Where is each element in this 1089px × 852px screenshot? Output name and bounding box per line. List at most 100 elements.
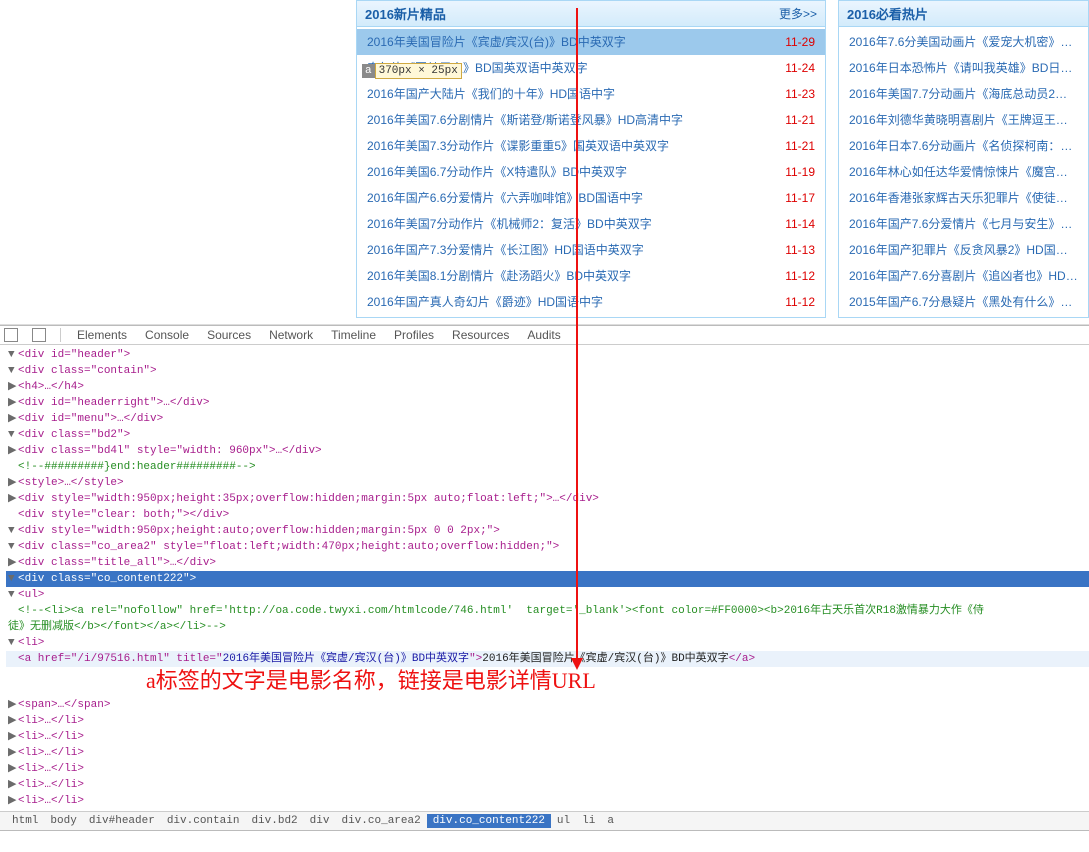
- movie-link[interactable]: 2016年国产大陆片《我们的十年》HD国语中字: [367, 85, 775, 103]
- movie-link[interactable]: 2016年7.6分美国动画片《爱宠大机密》BD国: [849, 33, 1078, 51]
- devtools-tab[interactable]: Profiles: [392, 327, 436, 343]
- selected-dom-node[interactable]: ▼<div class="co_content222">: [6, 571, 1089, 587]
- date-label: 11-21: [785, 137, 815, 155]
- movie-link[interactable]: 2016年美国6.7分动作片《X特遣队》BD中英双字: [367, 163, 775, 181]
- movie-link[interactable]: 2016年日本恐怖片《请叫我英雄》BD日语中字: [849, 59, 1078, 77]
- more-link[interactable]: 更多>>: [779, 5, 817, 22]
- movie-link[interactable]: 2016年国产6.6分爱情片《六弄咖啡馆》BD国语中字: [367, 189, 775, 207]
- dom-tree[interactable]: ▼<div id="header"> ▼<div class="contain"…: [0, 345, 1089, 811]
- movie-link[interactable]: 2016年美国7.6分剧情片《斯诺登/斯诺登风暴》HD高清中字: [367, 111, 775, 129]
- date-label: 11-14: [785, 215, 815, 233]
- devtools-tab[interactable]: Sources: [205, 327, 253, 343]
- list-item: 2016年香港张家辉古天乐犯罪片《使徒行者电: [839, 185, 1088, 211]
- disclosure-triangle[interactable]: ▶: [8, 411, 18, 427]
- breadcrumb-item[interactable]: div.contain: [161, 814, 246, 828]
- breadcrumb-item[interactable]: div#header: [83, 814, 161, 828]
- disclosure-triangle[interactable]: ▶: [8, 555, 18, 571]
- movie-link[interactable]: 2016年国产真人奇幻片《爵迹》HD国语中字: [367, 293, 775, 311]
- movie-link[interactable]: 2016年美国7.7分动画片《海底总动员2》BD: [849, 85, 1078, 103]
- disclosure-triangle[interactable]: ▶: [8, 443, 18, 459]
- tooltip-tag: a: [362, 64, 375, 78]
- inspect-icon[interactable]: [4, 328, 18, 342]
- movie-link[interactable]: 2016年日本7.6分动画片《名侦探柯南：纯黑的: [849, 137, 1078, 155]
- disclosure-triangle[interactable]: ▶: [8, 793, 18, 809]
- list-item: 2016年国产犯罪片《反贪风暴2》HD国语中英: [839, 237, 1088, 263]
- movie-link[interactable]: 2016年美国7分动作片《机械师2：复活》BD中英双字: [367, 215, 775, 233]
- disclosure-triangle[interactable]: ▶: [8, 745, 18, 761]
- breadcrumb-item[interactable]: li: [576, 814, 601, 828]
- list-item: 2016年美国7.3分动作片《谍影重重5》国英双语中英双字 11-21: [357, 133, 825, 159]
- movie-link[interactable]: 2016年国产犯罪片《反贪风暴2》HD国语中英: [849, 241, 1078, 259]
- disclosure-triangle[interactable]: ▼: [8, 635, 18, 651]
- disclosure-triangle[interactable]: ▶: [8, 379, 18, 395]
- breadcrumb-item[interactable]: ul: [551, 814, 576, 828]
- list-item: 2016年美国7.6分剧情片《斯诺登/斯诺登风暴》HD高清中字 11-21: [357, 107, 825, 133]
- list-item: 2016年7.6分美国动画片《爱宠大机密》BD国: [839, 29, 1088, 55]
- left-panel: 2016新片精品 更多>> 2016年美国冒险片《宾虚/宾汉(台)》BD中英双字…: [356, 0, 826, 318]
- breadcrumb-item[interactable]: div.co_content222: [427, 814, 551, 828]
- movie-link[interactable]: 2016年美国8.1分剧情片《赴汤蹈火》BD中英双字: [367, 267, 775, 285]
- movie-link[interactable]: 2015年国产6.7分悬疑片《黑处有什么》HD国: [849, 293, 1078, 311]
- date-label: 11-17: [785, 189, 815, 207]
- date-label: 11-13: [785, 241, 815, 259]
- devtools-tab[interactable]: Network: [267, 327, 315, 343]
- list-item: 2016年刘德华黄晓明喜剧片《王牌逗王牌》H: [839, 107, 1088, 133]
- page-content: 2016新片精品 更多>> 2016年美国冒险片《宾虚/宾汉(台)》BD中英双字…: [0, 0, 1089, 325]
- list-item: 2016年美国7.7分动画片《海底总动员2》BD: [839, 81, 1088, 107]
- disclosure-triangle[interactable]: ▼: [8, 587, 18, 603]
- disclosure-triangle[interactable]: ▼: [8, 539, 18, 555]
- disclosure-triangle[interactable]: ▼: [8, 347, 18, 363]
- movie-link[interactable]: 2016年美国冒险片《宾虚/宾汉(台)》BD中英双字: [367, 33, 775, 51]
- disclosure-triangle[interactable]: ▼: [8, 571, 18, 587]
- disclosure-triangle[interactable]: ▶: [8, 761, 18, 777]
- devtools-tab[interactable]: Elements: [75, 327, 129, 343]
- movie-link[interactable]: 2016年国产7.3分爱情片《长江图》HD国语中英双字: [367, 241, 775, 259]
- movie-link[interactable]: 2016年美国7.3分动作片《谍影重重5》国英双语中英双字: [367, 137, 775, 155]
- breadcrumb-item[interactable]: div.bd2: [245, 814, 303, 828]
- disclosure-triangle[interactable]: ▶: [8, 491, 18, 507]
- hovered-dom-node[interactable]: <a href="/i/97516.html" title="2016年美国冒险…: [6, 651, 1089, 667]
- devtools-tab[interactable]: Audits: [525, 327, 562, 343]
- devtools-tabbar: Elements Console Sources Network Timeline Pro…: [0, 326, 1089, 345]
- panel-header: 2016新片精品 更多>>: [357, 1, 825, 27]
- disclosure-triangle[interactable]: ▶: [8, 729, 18, 745]
- separator: [60, 328, 61, 342]
- right-list: 2016年7.6分美国动画片《爱宠大机密》BD国 2016年日本恐怖片《请叫我英雄…: [839, 27, 1088, 317]
- movie-link[interactable]: 2016年香港张家辉古天乐犯罪片《使徒行者电: [849, 189, 1078, 207]
- device-icon[interactable]: [32, 328, 46, 342]
- date-label: 11-24: [785, 59, 815, 77]
- devtools-tab[interactable]: Timeline: [329, 327, 378, 343]
- right-panel: 2016必看热片 2016年7.6分美国动画片《爱宠大机密》BD国 2016年日本…: [838, 0, 1089, 318]
- disclosure-triangle[interactable]: ▶: [8, 395, 18, 411]
- list-item: 2016年国产大陆片《我们的十年》HD国语中字11-23: [357, 81, 825, 107]
- movie-link[interactable]: 2016年林心如任达华爱情惊悚片《魔宫魅影》: [849, 163, 1078, 181]
- breadcrumb-item[interactable]: div.co_area2: [335, 814, 426, 828]
- list-item: 2016年国产7.6分爱情片《七月与安生》HD国: [839, 211, 1088, 237]
- movie-link[interactable]: 2016年国产7.6分爱情片《七月与安生》HD国: [849, 215, 1078, 233]
- movie-link[interactable]: 2016年刘德华黄晓明喜剧片《王牌逗王牌》H: [849, 111, 1078, 129]
- date-label: 11-21: [785, 111, 815, 129]
- devtools: Elements Console Sources Network Timeline Pro…: [0, 325, 1089, 851]
- panel-title: 2016必看热片: [847, 4, 928, 23]
- list-item: 2016年国产6.6分爱情片《六弄咖啡馆》BD国语中字 11-17: [357, 185, 825, 211]
- devtools-tab[interactable]: Resources: [450, 327, 511, 343]
- disclosure-triangle[interactable]: ▼: [8, 363, 18, 379]
- disclosure-triangle[interactable]: ▶: [8, 697, 18, 713]
- devtools-tab[interactable]: Console: [143, 327, 191, 343]
- list-item: 2016年国产7.6分喜剧片《追凶者也》HD国语: [839, 263, 1088, 289]
- disclosure-triangle[interactable]: ▶: [8, 713, 18, 729]
- disclosure-triangle[interactable]: ▶: [8, 777, 18, 793]
- disclosure-triangle[interactable]: ▶: [8, 475, 18, 491]
- breadcrumb-item[interactable]: a: [601, 814, 620, 828]
- breadcrumb-item[interactable]: html: [6, 814, 44, 828]
- disclosure-triangle[interactable]: ▼: [8, 523, 18, 539]
- date-label: 11-12: [785, 267, 815, 285]
- list-item: 2016年美国6.7分动作片《X特遣队》BD中英双字11-19: [357, 159, 825, 185]
- disclosure-triangle[interactable]: ▼: [8, 427, 18, 443]
- breadcrumb-item[interactable]: div: [304, 814, 336, 828]
- breadcrumb-item[interactable]: body: [44, 814, 82, 828]
- movie-link[interactable]: 2016年国产7.6分喜剧片《追凶者也》HD国语: [849, 267, 1078, 285]
- panel-header: 2016必看热片: [839, 1, 1088, 27]
- list-item: 2016年国产真人奇幻片《爵迹》HD国语中字11-12: [357, 289, 825, 315]
- panel-title: 2016新片精品: [365, 4, 446, 23]
